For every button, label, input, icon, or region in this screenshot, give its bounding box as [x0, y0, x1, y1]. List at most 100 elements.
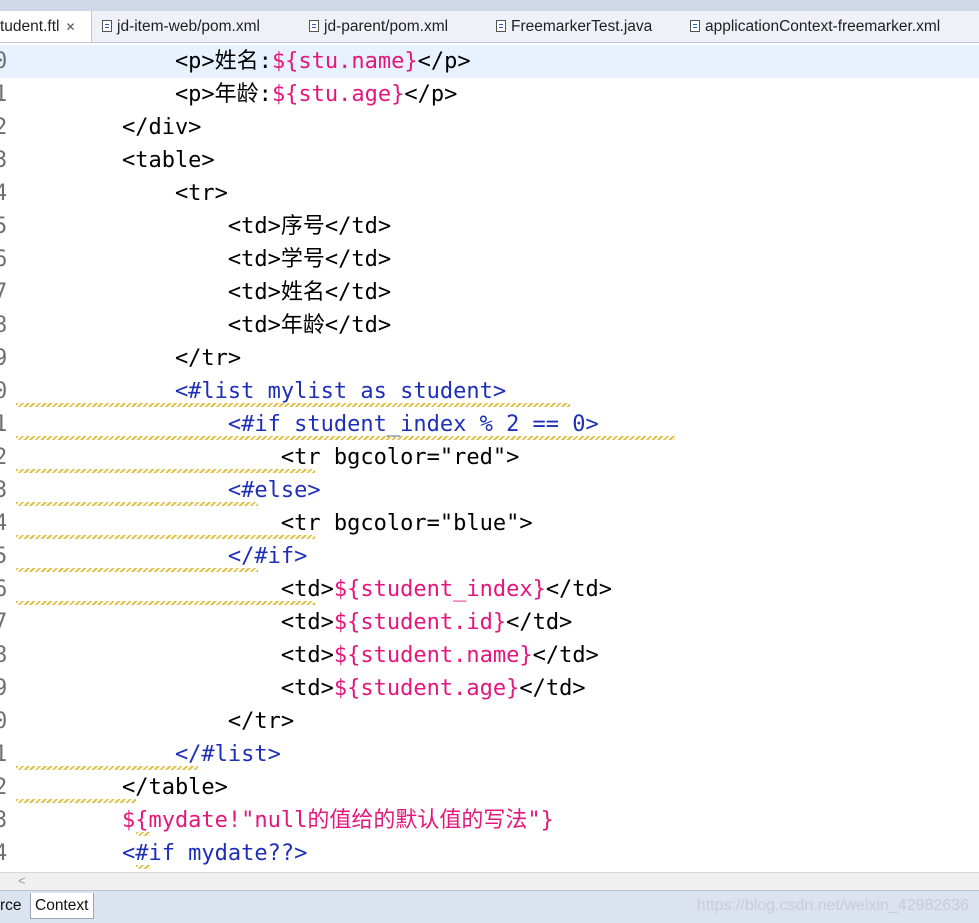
tab-freemarker-test-java[interactable]: FreemarkerTest.java [490, 11, 682, 42]
code-token: ${stu.age} [271, 82, 405, 107]
code-token: <tr bgcolor="blue"> [16, 511, 533, 536]
tab-label: jd-item-web/pom.xml [117, 18, 260, 35]
code-text: </tr> [16, 705, 294, 738]
code-token: <td>姓名</td> [16, 280, 392, 305]
code-token: </table> [16, 775, 228, 800]
code-text: <td>学号</td> [16, 243, 391, 276]
code-line[interactable]: 4 <tr> [0, 177, 979, 210]
code-token: </td> [532, 643, 599, 668]
code-token: ${student.age} [333, 676, 520, 701]
warning-underline [16, 535, 315, 539]
line-number: 9 [0, 676, 8, 701]
line-number: 9 [0, 346, 8, 371]
code-token: <tr bgcolor="red"> [16, 445, 520, 470]
code-line[interactable]: 5 <td>序号</td> [0, 210, 979, 243]
code-line[interactable]: 8 <td>${student.name}</td> [0, 639, 979, 672]
code-token: <p>姓名: [16, 49, 272, 74]
code-line[interactable]: 7 <td>${student.id}</td> [0, 606, 979, 639]
line-number: 6 [0, 247, 8, 272]
code-token: <#else> [16, 478, 321, 503]
code-line[interactable]: 3 <table> [0, 144, 979, 177]
scroll-left-icon[interactable]: < [18, 873, 26, 889]
tab-context[interactable]: Context [30, 893, 94, 919]
code-text: <td>年龄</td> [16, 309, 391, 342]
tab-application-context-freemarker-xml[interactable]: applicationContext-freemarker.xml [684, 11, 979, 42]
code-line[interactable]: 9 <td>${student.age}</td> [0, 672, 979, 705]
warning-underline [16, 502, 258, 506]
code-token: <#if mydate??> [16, 841, 308, 866]
editor-tab-bar: tudent.ftl ✕ jd-item-web/pom.xml jd-paren… [0, 11, 979, 43]
line-number: 1 [0, 742, 8, 767]
code-token: </td> [519, 676, 586, 701]
code-line[interactable]: 8 <td>年龄</td> [0, 309, 979, 342]
code-line[interactable]: 0 </tr> [0, 705, 979, 738]
code-text: <table> [16, 144, 215, 177]
tab-label: tudent.ftl [0, 18, 60, 35]
warning-underline [136, 832, 150, 836]
watermark: https://blog.csdn.net/weixin_42982636 [696, 897, 969, 914]
code-token: </tr> [16, 709, 295, 734]
code-token: ${student.id} [333, 610, 507, 635]
tab-label: applicationContext-freemarker.xml [705, 18, 941, 35]
code-token: <td> [16, 676, 334, 701]
line-number: 4 [0, 181, 8, 206]
tab-source[interactable]: rce [0, 893, 30, 919]
code-text: <#if mydate??> [16, 837, 307, 870]
line-number: 3 [0, 148, 8, 173]
line-number: 1 [0, 412, 8, 437]
code-line[interactable]: 9 </tr> [0, 342, 979, 375]
source-editor[interactable]: 0 <p>姓名:${stu.name}</p> 1 <p>年龄:${stu.age… [0, 44, 979, 872]
code-line[interactable]: 7 <td>姓名</td> [0, 276, 979, 309]
warning-underline [16, 568, 258, 572]
code-token: </p> [404, 82, 458, 107]
line-number: 8 [0, 643, 8, 668]
code-token: ${student.name} [333, 643, 533, 668]
code-text: <td>${student.age}</td> [16, 672, 586, 705]
line-number: 6 [0, 577, 8, 602]
code-token: <td>年龄</td> [16, 313, 392, 338]
code-text: </div> [16, 111, 201, 144]
line-number: 2 [0, 115, 8, 140]
code-token: <#if student_index % 2 == 0> [16, 412, 599, 437]
tab-student-ftl[interactable]: tudent.ftl ✕ [0, 11, 92, 42]
line-number: 5 [0, 544, 8, 569]
horizontal-scrollbar[interactable]: < [0, 872, 979, 890]
tab-label: FreemarkerTest.java [511, 18, 653, 35]
close-icon[interactable]: ✕ [65, 20, 75, 34]
maven-file-icon [309, 20, 319, 32]
code-line[interactable]: 2 </div> [0, 111, 979, 144]
line-number: 7 [0, 610, 8, 635]
tab-jd-parent-pom[interactable]: jd-parent/pom.xml [303, 11, 488, 42]
line-number: 1 [0, 82, 8, 107]
editor-bottom-tabs: rce Context https://blog.csdn.net/weixin… [0, 890, 979, 923]
code-token: <table> [16, 148, 215, 173]
code-text: </tr> [16, 342, 241, 375]
code-token: </#if> [16, 544, 308, 569]
code-line[interactable]: 1 <p>年龄:${stu.age}</p> [0, 78, 979, 111]
warning-underline [136, 865, 150, 869]
code-text: <td>序号</td> [16, 210, 391, 243]
code-token: <td>序号</td> [16, 214, 392, 239]
xml-file-icon [690, 20, 700, 32]
line-number: 4 [0, 841, 8, 866]
code-token: <td> [16, 577, 334, 602]
tab-jd-item-web-pom[interactable]: jd-item-web/pom.xml [96, 11, 301, 42]
line-number: 4 [0, 511, 8, 536]
code-token: </div> [16, 115, 202, 140]
code-text: <p>姓名:${stu.name}</p> [16, 45, 471, 78]
code-token: ${student_index} [333, 577, 546, 602]
code-line[interactable]: 6 <td>学号</td> [0, 243, 979, 276]
line-number: 0 [0, 379, 8, 404]
warning-underline [16, 766, 198, 770]
code-token: ${mydate!"null的值给的默认值的写法"} [16, 808, 554, 833]
code-token: <tr> [16, 181, 228, 206]
line-number: 2 [0, 775, 8, 800]
code-token: <td> [16, 643, 334, 668]
line-number: 0 [0, 49, 8, 74]
code-line[interactable]: 0 <p>姓名:${stu.name}</p> [0, 45, 979, 78]
code-line[interactable]: 2 </table> [0, 771, 979, 804]
line-number: 7 [0, 280, 8, 305]
line-number: 8 [0, 313, 8, 338]
line-number: 3 [0, 808, 8, 833]
warning-underline [16, 799, 136, 803]
